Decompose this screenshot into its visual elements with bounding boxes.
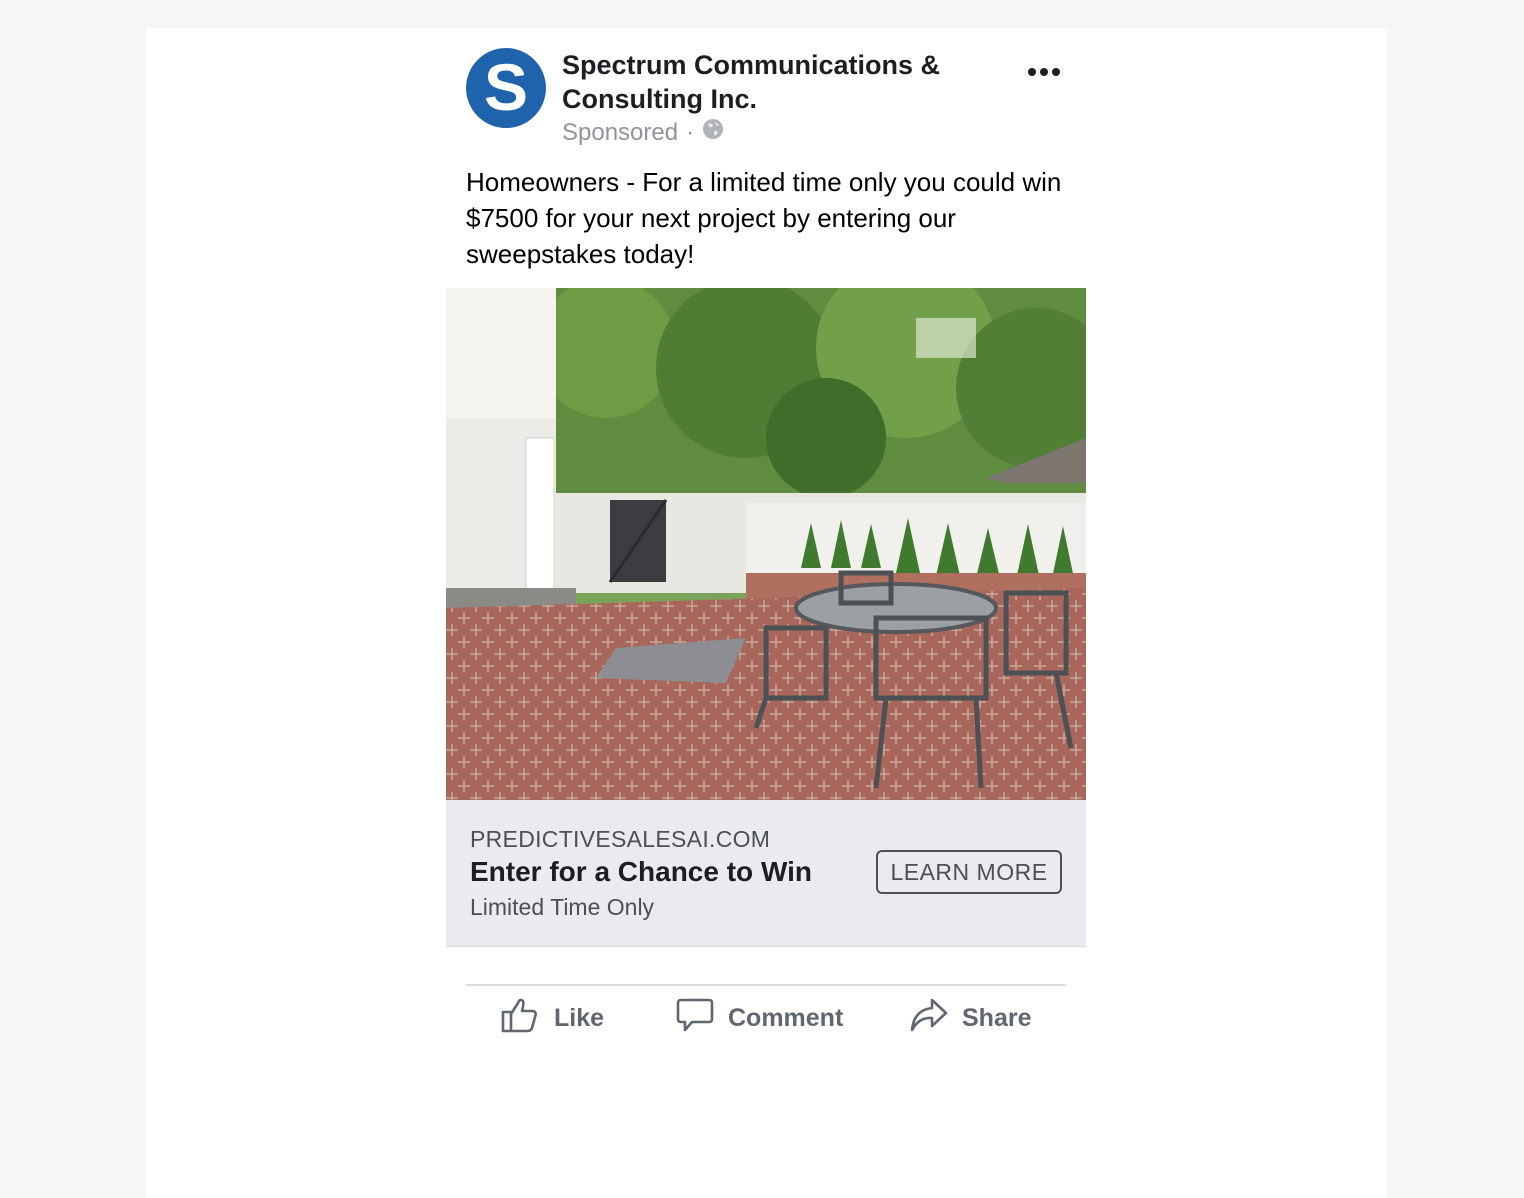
link-preview[interactable]: PREDICTIVESALESAI.COM Enter for a Chance… bbox=[446, 800, 1086, 947]
like-button[interactable]: Like bbox=[500, 994, 604, 1042]
sponsored-label[interactable]: Sponsored bbox=[562, 119, 678, 147]
avatar-logo-letter: S bbox=[483, 50, 529, 124]
post-meta: Sponsored · bbox=[562, 118, 724, 147]
share-arrow-icon bbox=[910, 996, 948, 1041]
meta-separator: · bbox=[686, 118, 695, 146]
page-avatar[interactable]: S bbox=[466, 48, 546, 128]
link-description: Limited Time Only bbox=[470, 894, 655, 920]
learn-more-button[interactable]: LEARN MORE bbox=[876, 850, 1062, 894]
link-headline: Enter for a Chance to Win bbox=[470, 856, 813, 887]
globe-icon bbox=[702, 118, 724, 147]
comment-bubble-icon bbox=[676, 996, 714, 1041]
actions-divider bbox=[466, 984, 1066, 986]
link-domain: PREDICTIVESALESAI.COM bbox=[470, 826, 771, 852]
post-header: S Spectrum Communications & Consulting I… bbox=[466, 48, 1066, 168]
feed-card: S Spectrum Communications & Consulting I… bbox=[146, 28, 1386, 1198]
more-options-icon[interactable] bbox=[1022, 54, 1066, 90]
thumbs-up-icon bbox=[500, 995, 540, 1042]
post-text: Homeowners - For a limited time only you… bbox=[466, 167, 1062, 269]
like-label: Like bbox=[554, 1003, 605, 1032]
share-label: Share bbox=[962, 1003, 1032, 1032]
comment-label: Comment bbox=[728, 1003, 844, 1032]
page-name-link[interactable]: Spectrum Communications & Consulting Inc… bbox=[562, 48, 982, 116]
comment-button[interactable]: Comment bbox=[676, 994, 843, 1042]
patio-photo bbox=[446, 288, 1086, 800]
share-button[interactable]: Share bbox=[910, 994, 1031, 1042]
post-actions: Like Comment Share bbox=[466, 994, 1066, 1042]
ad-image[interactable] bbox=[446, 288, 1086, 800]
